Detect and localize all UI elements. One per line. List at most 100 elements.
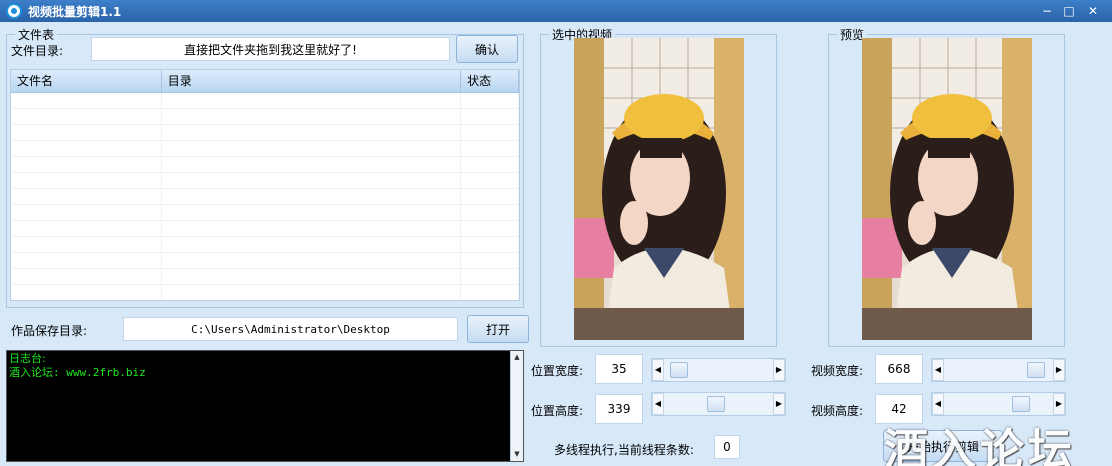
table-cell [162,253,462,268]
watermark-text: 酒入论坛 [884,425,1076,466]
scroll-left-icon[interactable]: ◀ [652,359,664,381]
table-cell [162,221,462,236]
table-cell [162,285,462,300]
table-row[interactable] [11,221,519,237]
file-dir-label: 文件目录: [11,44,64,58]
table-cell [162,173,462,188]
scroll-left-icon[interactable]: ◀ [652,393,664,415]
scroll-right-icon[interactable]: ▶ [1053,359,1065,381]
table-cell [461,205,519,220]
table-row[interactable] [11,173,519,189]
column-header-status[interactable]: 状态 [461,70,519,92]
table-cell [11,141,162,156]
column-header-filename[interactable]: 文件名 [11,70,162,92]
close-button[interactable]: ✕ [1084,3,1102,19]
preview-frame [862,38,1032,340]
scroll-up-icon[interactable]: ▲ [511,351,523,364]
table-cell [11,157,162,172]
position-height-label: 位置高度: [531,404,584,418]
slider-thumb[interactable] [707,396,725,412]
table-cell [11,205,162,220]
scroll-right-icon[interactable]: ▶ [773,359,785,381]
table-cell [461,189,519,204]
table-cell [461,237,519,252]
table-cell [461,141,519,156]
table-row[interactable] [11,285,519,300]
confirm-button[interactable]: 确认 [456,35,518,63]
slider-thumb[interactable] [670,362,688,378]
log-console[interactable]: 日志台: 酒入论坛: www.2frb.biz ▲ ▼ [6,350,524,462]
table-row[interactable] [11,93,519,109]
table-cell [461,157,519,172]
app-logo-icon [6,3,22,19]
file-grid-header: 文件名 目录 状态 [11,70,519,93]
table-row[interactable] [11,205,519,221]
table-row[interactable] [11,125,519,141]
position-height-input[interactable]: 339 [595,394,643,424]
table-row[interactable] [11,109,519,125]
video-width-slider[interactable]: ◀ ▶ [931,358,1066,382]
table-cell [11,109,162,124]
log-line: 日志台: [9,352,46,365]
video-height-slider[interactable]: ◀ ▶ [931,392,1066,416]
table-cell [162,269,462,284]
maximize-button[interactable]: □ [1060,3,1078,19]
title-bar: 视频批量剪辑1.1 − □ ✕ [0,0,1112,22]
save-dir-input[interactable]: C:\Users\Administrator\Desktop [123,317,458,341]
file-grid[interactable]: 文件名 目录 状态 [10,69,520,301]
table-cell [11,173,162,188]
table-cell [11,189,162,204]
table-cell [461,125,519,140]
thread-count-label: 多线程执行,当前线程条数: [554,443,694,457]
position-width-label: 位置宽度: [531,364,584,378]
table-cell [162,189,462,204]
log-line: 酒入论坛: www.2frb.biz [9,366,146,379]
table-cell [11,93,162,108]
table-row[interactable] [11,269,519,285]
table-row[interactable] [11,157,519,173]
table-cell [461,173,519,188]
file-table-legend: 文件表 [18,28,55,42]
scroll-right-icon[interactable]: ▶ [1053,393,1065,415]
thread-count-value: 0 [714,435,740,459]
table-row[interactable] [11,141,519,157]
table-cell [162,205,462,220]
video-width-input[interactable]: 668 [875,354,923,384]
table-cell [162,237,462,252]
open-button[interactable]: 打开 [467,315,529,343]
position-width-input[interactable]: 35 [595,354,643,384]
table-cell [461,109,519,124]
table-cell [461,269,519,284]
table-cell [11,285,162,300]
video-width-label: 视频宽度: [811,364,864,378]
table-cell [11,221,162,236]
log-scrollbar[interactable]: ▲ ▼ [510,351,523,461]
slider-thumb[interactable] [1012,396,1030,412]
minimize-button[interactable]: − [1038,3,1056,19]
table-row[interactable] [11,189,519,205]
file-grid-body [11,93,519,300]
table-cell [162,141,462,156]
table-row[interactable] [11,253,519,269]
file-dir-input[interactable]: 直接把文件夹拖到我这里就好了! [91,37,450,61]
table-cell [461,285,519,300]
client-area: 文件表 文件目录: 直接把文件夹拖到我这里就好了! 确认 文件名 目录 状态 作… [0,22,1112,466]
table-cell [11,269,162,284]
scroll-right-icon[interactable]: ▶ [773,393,785,415]
table-cell [162,125,462,140]
scroll-left-icon[interactable]: ◀ [932,359,944,381]
scroll-left-icon[interactable]: ◀ [932,393,944,415]
table-cell [11,237,162,252]
scroll-down-icon[interactable]: ▼ [511,448,523,461]
column-header-directory[interactable]: 目录 [162,70,462,92]
table-cell [461,221,519,236]
selected-video-frame [574,38,744,340]
position-height-slider[interactable]: ◀ ▶ [651,392,786,416]
slider-thumb[interactable] [1027,362,1045,378]
position-width-slider[interactable]: ◀ ▶ [651,358,786,382]
table-row[interactable] [11,237,519,253]
table-cell [11,125,162,140]
table-cell [162,157,462,172]
table-cell [461,93,519,108]
table-cell [461,253,519,268]
